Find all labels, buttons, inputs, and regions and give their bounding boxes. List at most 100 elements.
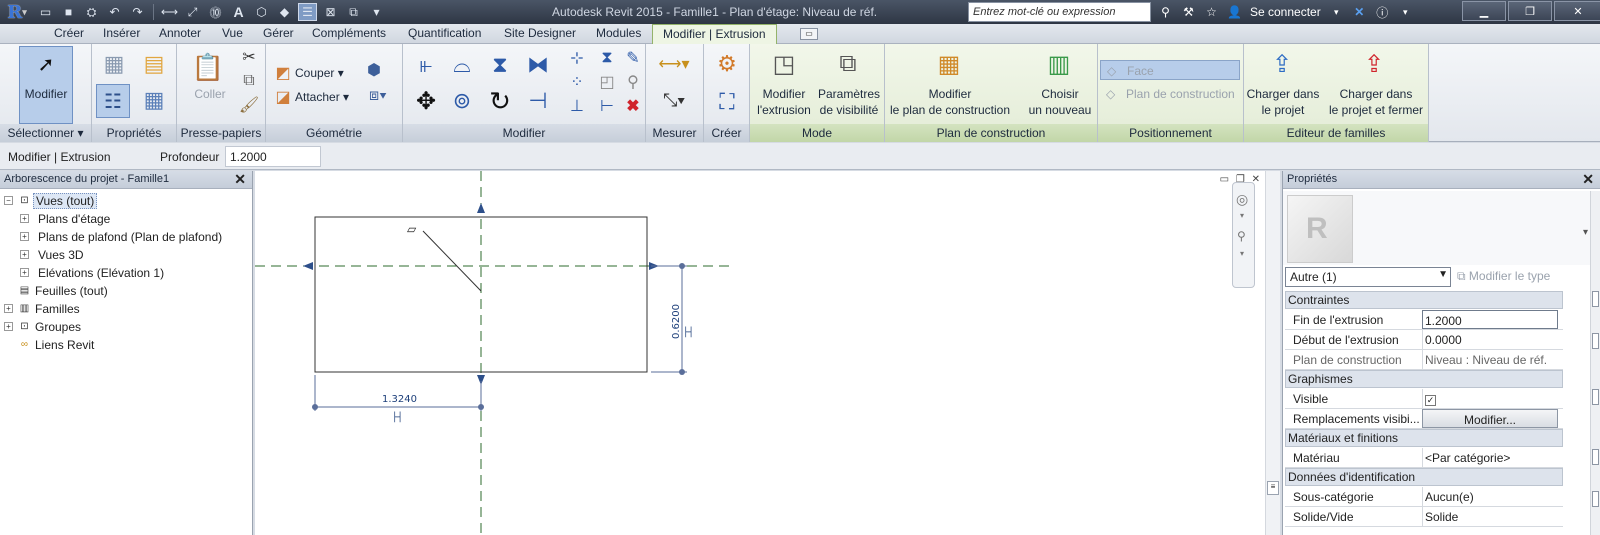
ribbon-minimize-icon[interactable]: ▭: [800, 28, 818, 40]
application-menu-button[interactable]: R ▾: [0, 0, 34, 24]
measure-between-icon[interactable]: ⟷▾: [650, 52, 698, 76]
properties-scrollbar[interactable]: [1590, 191, 1600, 535]
dimension-lock-icon[interactable]: ├┤: [392, 411, 403, 423]
pin-icon[interactable]: ✎: [623, 48, 643, 68]
favorites-icon[interactable]: ☆: [1202, 3, 1221, 21]
expand-icon[interactable]: +: [20, 214, 29, 223]
trim-extend-icon[interactable]: ⊣: [521, 84, 555, 118]
align-icon[interactable]: ⫦: [409, 50, 443, 80]
sync-icon[interactable]: ⛭: [82, 3, 101, 21]
tab-insert[interactable]: Insérer: [103, 26, 140, 40]
join-geometry-button[interactable]: Attacher ▾: [295, 90, 349, 104]
family-types-icon[interactable]: ▦: [138, 84, 170, 116]
cut-scissors-icon[interactable]: ✂: [239, 48, 259, 66]
extrusion-end-input[interactable]: 1.2000: [1422, 310, 1558, 329]
move-icon[interactable]: ✥: [409, 84, 443, 118]
minimize-button[interactable]: ▁: [1462, 1, 1506, 21]
subcategory-value[interactable]: Aucun(e): [1422, 487, 1558, 506]
steering-wheel-icon[interactable]: ◎: [1236, 191, 1248, 208]
array-icon[interactable]: ⁘: [567, 72, 587, 92]
tab-modules[interactable]: Modules: [596, 26, 641, 40]
horizontal-dimension-value[interactable]: 1.3240: [382, 394, 417, 405]
measure-icon[interactable]: ⟷: [160, 3, 179, 21]
canvas-vertical-scrollbar[interactable]: ≡: [1265, 171, 1280, 535]
help-icon[interactable]: ⓘ: [1373, 3, 1392, 21]
tab-manage[interactable]: Gérer: [263, 26, 294, 40]
zoom-dropdown-icon[interactable]: ▾: [1240, 249, 1244, 258]
expand-icon[interactable]: +: [20, 268, 29, 277]
tree-item-families[interactable]: + ▥ Familles: [0, 300, 252, 318]
paint-icon[interactable]: ⧈▾: [364, 86, 392, 106]
close-window-button[interactable]: ✕: [1554, 1, 1600, 21]
tab-view[interactable]: Vue: [222, 26, 243, 40]
expand-icon[interactable]: +: [20, 250, 29, 259]
close-icon[interactable]: ✕: [1582, 171, 1594, 188]
user-icon[interactable]: 👤: [1225, 3, 1244, 21]
offset-icon[interactable]: ⌓: [445, 50, 479, 80]
pick-new-host-button[interactable]: Choisir un nouveau: [1025, 86, 1095, 118]
tree-item-sheets[interactable]: ▤ Feuilles (tout): [0, 282, 252, 300]
expand-icon[interactable]: +: [4, 322, 13, 331]
close-icon[interactable]: ✕: [234, 171, 246, 188]
depth-input[interactable]: 1.2000: [225, 146, 321, 167]
scale-icon[interactable]: ◰: [597, 72, 617, 92]
restore-button[interactable]: ❐: [1508, 1, 1552, 21]
create-similar-icon[interactable]: ⚙: [710, 48, 744, 80]
3d-view-icon[interactable]: ⬡: [252, 3, 271, 21]
tab-create[interactable]: Créer: [54, 26, 84, 40]
split-face-icon[interactable]: ⬢: [364, 60, 384, 80]
subscription-icon[interactable]: ⚒: [1179, 3, 1198, 21]
redo-icon[interactable]: ↷: [128, 3, 147, 21]
trim-extend-multiple-icon[interactable]: ⊥: [567, 96, 587, 116]
section-icon[interactable]: ◆: [275, 3, 294, 21]
group-identity-data[interactable]: Données d'identification: [1285, 468, 1563, 486]
face-placement-button[interactable]: ◇ Face: [1100, 60, 1240, 80]
family-category-icon[interactable]: ▤: [138, 48, 170, 80]
open-icon[interactable]: ▭: [36, 3, 55, 21]
load-into-project-icon[interactable]: ⇪: [1266, 48, 1298, 80]
copy-element-icon[interactable]: ⊚: [445, 84, 479, 118]
edit-type-button[interactable]: ⧉ Modifier le type: [1457, 269, 1550, 284]
sign-in-dropdown-icon[interactable]: ▾: [1327, 3, 1346, 21]
group-constraints[interactable]: Contraintes: [1285, 291, 1563, 309]
group-materials[interactable]: Matériaux et finitions: [1285, 429, 1563, 447]
tag-icon[interactable]: ⓾: [206, 3, 225, 21]
prop-row-subcategory[interactable]: Sous-catégorie Aucun(e): [1285, 487, 1563, 507]
collapse-icon[interactable]: −: [4, 196, 13, 205]
visibility-settings-button[interactable]: Paramètres de visibilité: [816, 86, 882, 118]
dimension-icon[interactable]: ⤢: [183, 3, 202, 21]
help-dropdown-icon[interactable]: ▾: [1396, 3, 1415, 21]
panel-select-label[interactable]: Sélectionner ▾: [0, 124, 91, 142]
undo-icon[interactable]: ↶: [105, 3, 124, 21]
tab-annotate[interactable]: Annoter: [159, 26, 201, 40]
cope-icon[interactable]: ◩: [274, 64, 292, 82]
unpin-icon[interactable]: ⚲: [623, 72, 643, 92]
extrusion-start-value[interactable]: 0.0000: [1422, 330, 1558, 349]
create-group-icon[interactable]: ⛶: [710, 86, 744, 118]
edit-work-plane-button[interactable]: Modifier le plan de construction: [885, 86, 1015, 118]
visible-checkbox[interactable]: ✓: [1425, 395, 1436, 406]
text-icon[interactable]: A: [229, 3, 248, 21]
prop-row-visibility-overrides[interactable]: Remplacements visibi... Modifier...: [1285, 409, 1563, 429]
copy-icon[interactable]: ⧉: [239, 72, 259, 90]
type-selector[interactable]: Autre (1) ▼: [1285, 267, 1451, 287]
tree-item-groups[interactable]: + ⊡ Groupes: [0, 318, 252, 336]
tree-item-views[interactable]: − ⊡ Vues (tout): [0, 192, 252, 210]
zoom-icon[interactable]: ⚲: [1237, 229, 1246, 243]
prop-row-extrusion-start[interactable]: Début de l'extrusion 0.0000: [1285, 330, 1563, 350]
tree-item-ceiling-plans[interactable]: + Plans de plafond (Plan de plafond): [0, 228, 252, 246]
edit-work-plane-icon[interactable]: ▦: [933, 48, 965, 80]
tree-item-revit-links[interactable]: ∞ Liens Revit: [0, 336, 252, 354]
material-value[interactable]: <Par catégorie>: [1422, 448, 1558, 467]
switch-windows-icon[interactable]: ⧉: [344, 3, 363, 21]
type-gallery-dropdown-icon[interactable]: ▾: [1583, 227, 1588, 238]
load-into-project-button[interactable]: Charger dans le projet: [1244, 86, 1322, 118]
aligned-dimension-icon[interactable]: ⤡▾: [650, 86, 698, 114]
tab-addins[interactable]: Compléments: [312, 26, 386, 40]
delete-icon[interactable]: ✖: [623, 96, 643, 116]
tab-site-designer[interactable]: Site Designer: [504, 26, 576, 40]
arrow-left-icon[interactable]: [303, 262, 313, 270]
mirror-draw-icon[interactable]: ⧓: [521, 50, 555, 80]
sign-in-link[interactable]: Se connecter: [1250, 5, 1321, 19]
search-input[interactable]: Entrez mot-clé ou expression: [968, 2, 1151, 22]
